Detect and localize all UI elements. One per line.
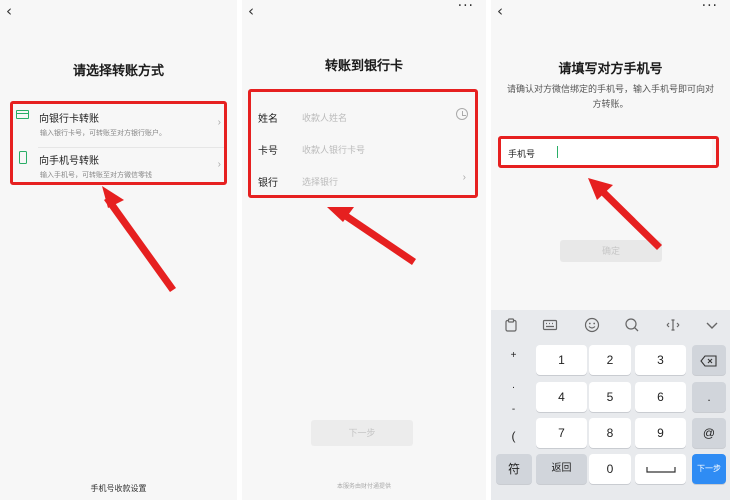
key-9[interactable]: 9 [635, 418, 686, 448]
confirm-button[interactable]: 确定 [560, 240, 662, 262]
key-6[interactable]: 6 [635, 382, 686, 412]
key-0[interactable]: 0 [589, 454, 631, 484]
page-title: 转账到银行卡 [324, 58, 403, 73]
space-bar-icon [645, 466, 676, 473]
next-step-key[interactable]: 下一步 [692, 454, 726, 484]
phone-receive-settings-link[interactable]: 手机号收款设置 [0, 483, 237, 494]
symbol-paren[interactable]: ( [501, 429, 526, 443]
space-key[interactable] [635, 454, 686, 484]
symbols-key[interactable]: 符 [496, 454, 532, 484]
numeric-keyboard: + . - ( 1 2 3 4 5 6 . 7 8 9 @ 符 返回 0 下一步 [491, 310, 730, 500]
back-icon[interactable]: ‹ [6, 2, 12, 20]
keyboard-icon[interactable] [542, 317, 558, 333]
back-icon[interactable]: ‹ [497, 2, 503, 20]
back-icon[interactable]: ‹ [248, 2, 254, 20]
highlight-box-transfer-options [10, 101, 227, 185]
search-icon[interactable] [624, 317, 640, 333]
symbol-minus[interactable]: - [501, 404, 526, 415]
key-period[interactable]: . [692, 382, 726, 412]
return-key[interactable]: 返回 [536, 454, 587, 484]
emoji-icon[interactable] [584, 317, 600, 333]
highlight-box-bank-fields [248, 89, 478, 198]
symbol-dot[interactable]: . [501, 380, 526, 391]
key-5[interactable]: 5 [589, 382, 631, 412]
key-3[interactable]: 3 [635, 345, 686, 375]
page-title: 请填写对方手机号 [558, 61, 663, 76]
key-1[interactable]: 1 [536, 345, 587, 375]
clipboard-icon[interactable] [503, 317, 519, 333]
more-icon[interactable]: ··· [702, 0, 718, 14]
backspace-icon [700, 355, 717, 367]
key-2[interactable]: 2 [589, 345, 631, 375]
phone-transfer-panel: ‹ ··· 请填写对方手机号 请确认对方微信绑定的手机号，输入手机号即可向对方转… [491, 0, 730, 500]
symbol-plus[interactable]: + [501, 350, 526, 361]
highlight-box-phone-field [498, 136, 719, 168]
key-4[interactable]: 4 [536, 382, 587, 412]
key-at[interactable]: @ [692, 418, 726, 448]
key-7[interactable]: 7 [536, 418, 587, 448]
service-provider-note: 本服务由财付通提供 [336, 484, 391, 490]
key-8[interactable]: 8 [589, 418, 631, 448]
description-text: 请确认对方微信绑定的手机号，输入手机号即可向对方转账。 [507, 84, 715, 109]
next-step-button[interactable]: 下一步 [311, 420, 413, 446]
bank-transfer-panel: ‹ ··· 转账到银行卡 姓名 收款人姓名 卡号 收款人银行卡号 银行 选择银行… [242, 0, 486, 500]
collapse-keyboard-icon[interactable] [704, 317, 720, 333]
page-title: 请选择转账方式 [72, 63, 164, 78]
backspace-key[interactable] [692, 345, 726, 375]
cursor-move-icon[interactable] [665, 317, 681, 333]
transfer-method-panel: ‹ 请选择转账方式 向银行卡转账 输入银行卡号，可转账至对方银行账户。 › 向手… [0, 0, 237, 500]
keyboard-toolbar [491, 310, 730, 340]
more-icon[interactable]: ··· [458, 0, 474, 14]
